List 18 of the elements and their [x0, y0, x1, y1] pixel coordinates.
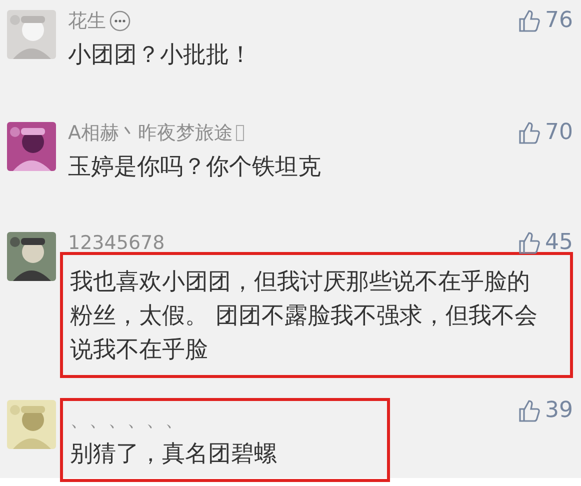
thumbs-up-icon[interactable]: [517, 8, 541, 32]
comment-text: 我也喜欢小团团，但我讨厌那些说不在乎脸的粉丝，太假。 团团不露脸我不强求，但我不会说我不在乎脸: [70, 268, 538, 365]
thumbs-up-icon[interactable]: [517, 120, 541, 144]
like-count: 39: [545, 398, 573, 423]
badge-icon: [236, 125, 244, 141]
more-icon: [109, 10, 131, 32]
user-name[interactable]: 、、、、、、: [70, 407, 184, 433]
like-count: 45: [545, 230, 573, 255]
comment-text: 小团团？小批批！: [68, 41, 253, 70]
comment-text: 玉婷是你吗？你个铁坦克: [68, 153, 322, 182]
like-count: 76: [545, 8, 573, 33]
user-name[interactable]: 花生: [68, 8, 106, 34]
user-name[interactable]: A相赫丶昨夜梦旅途: [68, 120, 233, 146]
user-name[interactable]: 12345678: [68, 230, 165, 256]
thumbs-up-icon[interactable]: [517, 398, 541, 422]
comment-text: 别猜了，真名团碧螺: [70, 440, 278, 469]
thumbs-up-icon[interactable]: [517, 230, 541, 254]
like-count: 70: [545, 120, 573, 145]
